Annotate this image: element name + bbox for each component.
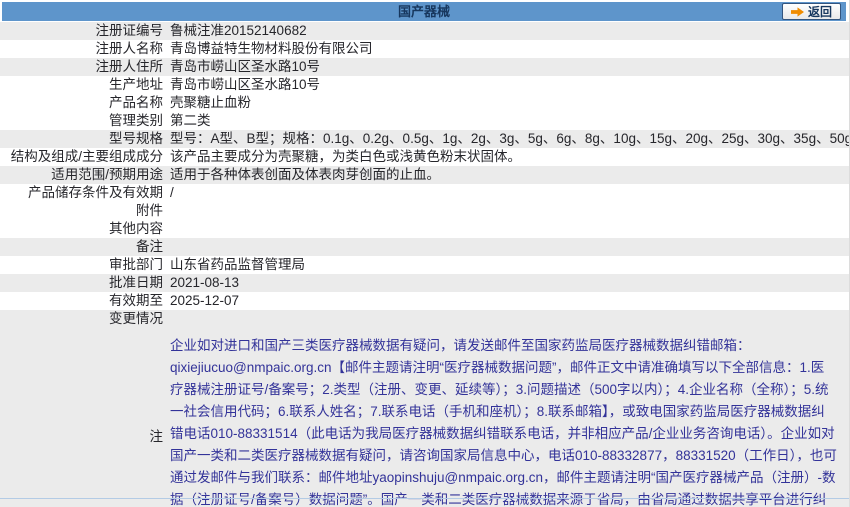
table-row: 产品名称 壳聚糖止血粉 — [0, 94, 849, 112]
row-label: 变更情况 — [109, 311, 163, 326]
title-bar: 国产器械 返回 — [2, 2, 846, 21]
bottom-divider — [0, 498, 849, 499]
table-row: 其他内容 — [0, 220, 849, 238]
row-value: 鲁械注准20152140682 — [170, 23, 307, 38]
row-label: 生产地址 — [109, 77, 163, 92]
note-label: 注 — [149, 428, 164, 444]
row-value: 该产品主要成分为壳聚糖，为类白色或浅黄色粉末状固体。 — [170, 149, 521, 164]
table-row: 管理类别 第二类 — [0, 112, 849, 130]
row-value: 青岛市崂山区圣水路10号 — [170, 77, 321, 92]
note-row: 注 企业如对进口和国产三类医疗器械数据有疑问，请发送邮件至国家药监局医疗器械数据… — [0, 328, 849, 507]
table-row: 注册人名称 青岛博益特生物材料股份有限公司 — [0, 40, 849, 58]
row-label: 结构及组成/主要组成成分 — [10, 149, 163, 164]
note-text: 企业如对进口和国产三类医疗器械数据有疑问，请发送邮件至国家药监局医疗器械数据纠错… — [170, 338, 837, 507]
row-value: / — [170, 185, 174, 200]
row-label: 注册人住所 — [95, 59, 164, 74]
table-row: 生产地址 青岛市崂山区圣水路10号 — [0, 76, 849, 94]
row-label: 批准日期 — [109, 275, 163, 290]
page-title: 国产器械 — [397, 4, 450, 19]
row-value — [163, 238, 849, 256]
row-label: 其他内容 — [109, 221, 163, 236]
table-row: 备注 — [0, 238, 849, 256]
back-arrow-icon — [790, 6, 804, 17]
device-detail-page: 国产器械 返回 注册证编号 鲁械注准20152140682 注册人名称 青岛博益… — [0, 0, 850, 507]
table-row: 批准日期 2021-08-13 — [0, 274, 849, 292]
back-button-top[interactable]: 返回 — [781, 3, 841, 20]
row-value: 青岛市崂山区圣水路10号 — [170, 59, 321, 74]
row-label: 附件 — [136, 203, 163, 218]
row-value: 2025-12-07 — [170, 293, 240, 308]
row-label: 审批部门 — [109, 257, 163, 272]
row-value: 适用于各种体表创面及体表肉芽创面的止血。 — [170, 167, 440, 182]
row-value: 型号：A型、B型；规格：0.1g、0.2g、0.5g、1g、2g、3g、5g、6… — [170, 131, 849, 146]
table-row: 变更情况 — [0, 310, 849, 328]
table-row: 审批部门 山东省药品监督管理局 — [0, 256, 849, 274]
table-row: 适用范围/预期用途 适用于各种体表创面及体表肉芽创面的止血。 — [0, 166, 849, 184]
back-button-label: 返回 — [807, 4, 832, 19]
row-label: 适用范围/预期用途 — [51, 167, 163, 182]
row-label: 有效期至 — [109, 293, 163, 308]
table-row: 产品储存条件及有效期 / — [0, 184, 849, 202]
row-label: 管理类别 — [109, 113, 163, 128]
row-label: 产品储存条件及有效期 — [28, 185, 163, 200]
row-label: 产品名称 — [109, 95, 163, 110]
row-value: 青岛博益特生物材料股份有限公司 — [170, 41, 373, 56]
row-value: 2021-08-13 — [170, 275, 240, 290]
detail-table: 注册证编号 鲁械注准20152140682 注册人名称 青岛博益特生物材料股份有… — [0, 22, 849, 328]
table-row: 型号规格 型号：A型、B型；规格：0.1g、0.2g、0.5g、1g、2g、3g… — [0, 130, 849, 148]
row-label: 型号规格 — [109, 131, 163, 146]
table-row: 注册证编号 鲁械注准20152140682 — [0, 22, 849, 40]
table-row: 结构及组成/主要组成成分 该产品主要成分为壳聚糖，为类白色或浅黄色粉末状固体。 — [0, 148, 849, 166]
row-value — [163, 202, 849, 220]
row-label: 备注 — [136, 239, 163, 254]
row-value: 第二类 — [170, 113, 211, 128]
row-value — [163, 220, 849, 238]
table-row: 注册人住所 青岛市崂山区圣水路10号 — [0, 58, 849, 76]
row-label: 注册人名称 — [95, 41, 164, 56]
row-value: 山东省药品监督管理局 — [170, 257, 305, 272]
table-row: 有效期至 2025-12-07 — [0, 292, 849, 310]
row-label: 注册证编号 — [95, 23, 164, 38]
row-value: 壳聚糖止血粉 — [170, 95, 251, 110]
table-row: 附件 — [0, 202, 849, 220]
row-value — [163, 310, 849, 328]
